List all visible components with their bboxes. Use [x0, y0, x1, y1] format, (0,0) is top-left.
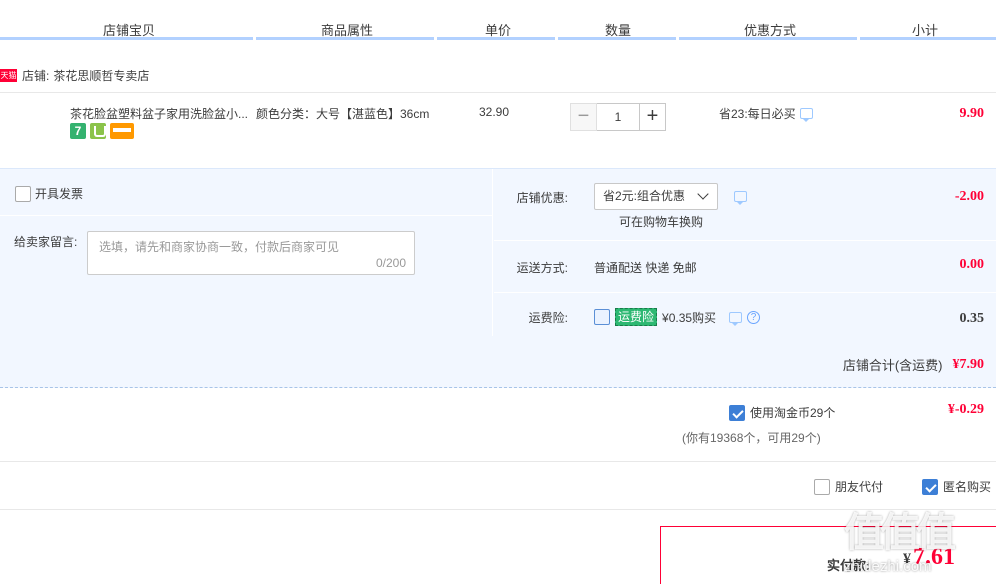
- coins-amount: ¥-0.29: [947, 402, 984, 417]
- header-underline: [437, 37, 555, 40]
- coins-available-note: (你有19368个，可用29个): [682, 431, 821, 445]
- shop-name-link[interactable]: 茶花思顺哲专卖店: [53, 67, 149, 84]
- coin-row: 使用淘金币29个 (你有19368个，可用29个) ¥-0.29: [0, 388, 996, 462]
- item-service-icons: 7: [70, 123, 134, 139]
- friend-pay-option[interactable]: 朋友代付: [814, 478, 883, 495]
- purchase-options-row: 朋友代付 匿名购买: [0, 462, 996, 510]
- header-underline: [679, 37, 857, 40]
- qty-input[interactable]: 1: [597, 103, 639, 131]
- item-promo-text: 省23:每日必买: [719, 107, 796, 121]
- shop-total-label: 店铺合计(含运费): [842, 358, 943, 373]
- insurance-checkbox[interactable]: [594, 309, 610, 325]
- invoice-option[interactable]: 开具发票: [15, 185, 83, 202]
- help-icon[interactable]: ?: [747, 310, 761, 324]
- insurance-price: ¥0.35购买: [662, 310, 717, 325]
- shop-discount-select[interactable]: 省2元:组合优惠: [594, 183, 718, 210]
- item-subtotal: 9.90: [959, 106, 985, 121]
- cart-item-row: 茶花脸盆塑料盆子家用洗脸盆小... 7 颜色分类：大号【湛蓝色】36cm 32.…: [0, 92, 996, 168]
- order-options-panel: 开具发票 给卖家留言: 选填，请先和商家协商一致，付款后商家可见 0/200 店…: [0, 168, 996, 388]
- item-title-link[interactable]: 茶花脸盆塑料盆子家用洗脸盆小...: [70, 105, 248, 122]
- qty-plus-button[interactable]: +: [639, 103, 666, 131]
- shop-discount-row: 店铺优惠: 省2元:组合优惠 可在购物车换购 -2.00: [494, 169, 996, 241]
- message-char-count: 0/200: [375, 256, 406, 270]
- discount-chat-icon[interactable]: [734, 191, 747, 205]
- use-coins-label: 使用淘金币29个: [750, 406, 836, 420]
- shop-total-amount: ¥7.90: [952, 356, 985, 372]
- use-coins-option[interactable]: 使用淘金币29个: [729, 404, 835, 421]
- shop-label: 店铺:: [22, 68, 50, 83]
- insurance-row: 运费险: 运费险 ¥0.35购买 ? 0.35: [494, 293, 996, 337]
- shop-discount-label: 店铺优惠:: [516, 191, 568, 205]
- message-placeholder: 选填，请先和商家协商一致，付款后商家可见: [99, 240, 340, 254]
- insurance-chat-icon[interactable]: [729, 311, 743, 326]
- friend-pay-checkbox[interactable]: [814, 478, 830, 495]
- use-coins-checkbox[interactable]: [729, 404, 745, 421]
- shipping-amount: 0.00: [959, 257, 985, 272]
- table-header: 店铺宝贝 商品属性 单价 数量 优惠方式 小计: [0, 0, 996, 40]
- insurance-option[interactable]: 运费险 ¥0.35购买 ?: [594, 308, 761, 326]
- payment-summary: 实付款: ¥7.61: [660, 526, 996, 584]
- seven-day-return-icon[interactable]: 7: [70, 123, 86, 139]
- qty-minus-button[interactable]: −: [570, 103, 597, 131]
- insurance-label: 运费险:: [528, 311, 568, 325]
- message-to-seller-input[interactable]: 选填，请先和商家协商一致，付款后商家可见 0/200: [87, 231, 415, 275]
- shop-title: 天猫 店铺: 茶花思顺哲专卖店: [0, 66, 149, 84]
- message-label: 给卖家留言:: [14, 235, 78, 249]
- anonymous-label: 匿名购买: [943, 480, 992, 494]
- pay-amount: ¥7.61: [903, 544, 955, 571]
- anonymous-checkbox[interactable]: [922, 478, 938, 495]
- right-options: 店铺优惠: 省2元:组合优惠 可在购物车换购 -2.00 运送方式: 普通配送 …: [494, 169, 996, 336]
- header-underline: [558, 37, 676, 40]
- pay-currency: ¥: [903, 551, 911, 568]
- cup-badge-icon[interactable]: [90, 123, 106, 139]
- friend-pay-label: 朋友代付: [835, 480, 884, 494]
- shipping-value: 普通配送 快递 免邮: [594, 261, 697, 275]
- invoice-label: 开具发票: [35, 187, 84, 201]
- quantity-stepper: − 1 +: [570, 103, 666, 131]
- swap-in-cart-link[interactable]: 可在购物车换购: [619, 213, 703, 230]
- insurance-amount: 0.35: [959, 311, 985, 326]
- shipping-row: 运送方式: 普通配送 快递 免邮 0.00: [494, 241, 996, 293]
- shipping-label: 运送方式:: [516, 261, 568, 275]
- divider: [0, 215, 493, 216]
- header-underline: [256, 37, 434, 40]
- chevron-down-icon: [697, 188, 709, 200]
- pay-label: 实付款:: [827, 558, 871, 573]
- shop-total: 店铺合计(含运费) ¥7.90: [843, 355, 984, 374]
- invoice-checkbox[interactable]: [15, 185, 31, 202]
- item-promo: 省23:每日必买: [719, 105, 813, 122]
- insurance-tag: 运费险: [615, 308, 658, 326]
- header-underline: [860, 37, 996, 40]
- anonymous-option[interactable]: 匿名购买: [922, 478, 991, 495]
- card-payment-icon[interactable]: [110, 123, 134, 139]
- item-unit-price: 32.90: [479, 105, 510, 119]
- item-attribute: 颜色分类：大号【湛蓝色】36cm: [256, 107, 430, 121]
- shop-discount-selected: 省2元:组合优惠: [603, 189, 686, 203]
- pay-amount-value: 7.61: [913, 544, 955, 570]
- promo-chat-icon[interactable]: [799, 108, 813, 122]
- tmall-badge-icon: 天猫: [0, 68, 17, 82]
- header-underline: [0, 37, 253, 40]
- left-options: 开具发票 给卖家留言: 选填，请先和商家协商一致，付款后商家可见 0/200: [0, 169, 493, 336]
- shop-discount-amount: -2.00: [954, 189, 984, 204]
